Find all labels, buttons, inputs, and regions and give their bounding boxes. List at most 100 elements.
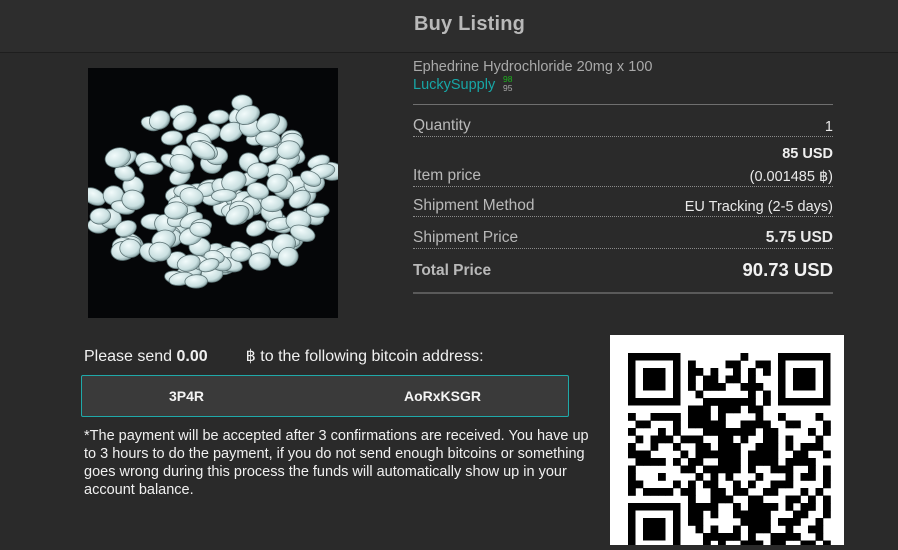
qr-module	[703, 383, 711, 391]
qr-module	[748, 420, 756, 429]
qr-module	[718, 495, 726, 504]
qr-module	[710, 428, 719, 436]
shipment-price-row: Shipment Price 5.75 USD	[413, 226, 833, 249]
address-end: AoRxKSGR	[404, 388, 482, 404]
pills-photo-icon	[88, 94, 338, 289]
page-header: Buy Listing	[0, 0, 898, 53]
qr-module	[703, 398, 711, 406]
qr-module	[785, 443, 794, 451]
qr-module	[725, 375, 734, 384]
qr-module	[725, 465, 734, 474]
total-price-row: Total Price 90.73 USD	[413, 256, 833, 294]
qr-module	[688, 488, 696, 496]
qr-module	[748, 480, 756, 489]
bitcoin-address-field[interactable]: 3P4R AoRxKSGR	[81, 375, 569, 417]
qr-module	[658, 458, 666, 466]
qr-module	[688, 420, 696, 429]
qr-module	[725, 360, 734, 369]
qr-module	[755, 495, 764, 504]
qr-module	[748, 398, 756, 406]
qr-module	[763, 443, 771, 451]
qr-module	[643, 450, 651, 459]
product-name: Ephedrine Hydrochloride 20mg x 100	[413, 59, 653, 75]
qr-module	[628, 428, 636, 436]
divider	[413, 104, 833, 105]
qr-module	[763, 518, 771, 526]
pill	[305, 202, 330, 218]
qr-module	[785, 458, 794, 466]
shipment-price-value: 5.75 USD	[765, 229, 833, 246]
qr-module	[815, 533, 824, 541]
qr-module	[718, 383, 726, 391]
qr-module	[688, 510, 696, 519]
qr-module	[755, 405, 764, 414]
qr-module	[778, 413, 786, 421]
qr-module	[650, 435, 659, 444]
quantity-row: Quantity 1	[413, 114, 833, 137]
qr-module	[800, 540, 809, 549]
qr-module	[703, 443, 711, 451]
qr-module	[770, 465, 779, 474]
total-price-value: 90.73 USD	[742, 259, 834, 280]
pill	[248, 252, 271, 271]
qr-module	[748, 518, 756, 526]
qr-module	[748, 428, 756, 436]
qr-module	[755, 473, 764, 481]
qr-module	[695, 368, 704, 376]
qr-module	[725, 398, 734, 406]
qr-module	[770, 533, 779, 541]
qr-module	[748, 465, 756, 474]
qr-module	[673, 458, 681, 466]
qr-module	[628, 473, 636, 481]
qr-module	[703, 428, 711, 436]
qr-module	[688, 368, 696, 376]
qr-module	[785, 525, 794, 534]
qr-module	[733, 525, 741, 534]
qr-module	[733, 488, 741, 496]
qr-module	[763, 450, 771, 459]
qr-module	[733, 450, 741, 459]
qr-module	[665, 413, 674, 421]
qr-module	[748, 383, 756, 391]
qr-module	[718, 435, 726, 444]
total-price-label: Total Price	[413, 262, 492, 279]
qr-module	[695, 435, 704, 444]
qr-module	[695, 420, 704, 429]
quantity-value: 1	[824, 119, 833, 135]
qr-module	[748, 405, 756, 414]
quantity-label: Quantity	[413, 117, 471, 134]
qr-module	[755, 450, 764, 459]
vendor-link[interactable]: LuckySupply	[413, 77, 495, 93]
qr-module	[658, 473, 666, 481]
qr-module	[748, 390, 756, 399]
qr-module	[688, 480, 696, 489]
item-price-row: Item price (0.001485 ฿)	[413, 164, 833, 187]
qr-module	[725, 458, 734, 466]
qr-module	[725, 443, 734, 451]
qr-module	[688, 405, 696, 414]
item-price-btc: (0.001485 ฿)	[749, 169, 833, 185]
qr-module	[643, 368, 666, 391]
qr-module	[808, 525, 816, 534]
qr-module	[770, 428, 779, 436]
qr-module	[800, 450, 809, 459]
qr-module	[695, 443, 704, 451]
qr-module	[823, 495, 831, 504]
qr-module	[695, 390, 704, 399]
qr-module	[643, 518, 666, 541]
qr-module	[703, 480, 711, 489]
shipment-method-value: EU Tracking (2-5 days)	[684, 199, 833, 215]
qr-module	[628, 413, 636, 421]
qr-module	[740, 510, 749, 519]
qr-module	[688, 375, 696, 384]
vendor-info: LuckySupply 98 95	[413, 75, 512, 96]
qr-module	[725, 405, 734, 414]
qr-module	[755, 443, 764, 451]
qr-module	[643, 458, 651, 466]
qr-module	[748, 368, 756, 376]
qr-module	[770, 443, 779, 451]
qr-module	[793, 450, 801, 459]
qr-module	[733, 428, 741, 436]
qr-module	[815, 413, 824, 421]
qr-module	[658, 413, 666, 421]
